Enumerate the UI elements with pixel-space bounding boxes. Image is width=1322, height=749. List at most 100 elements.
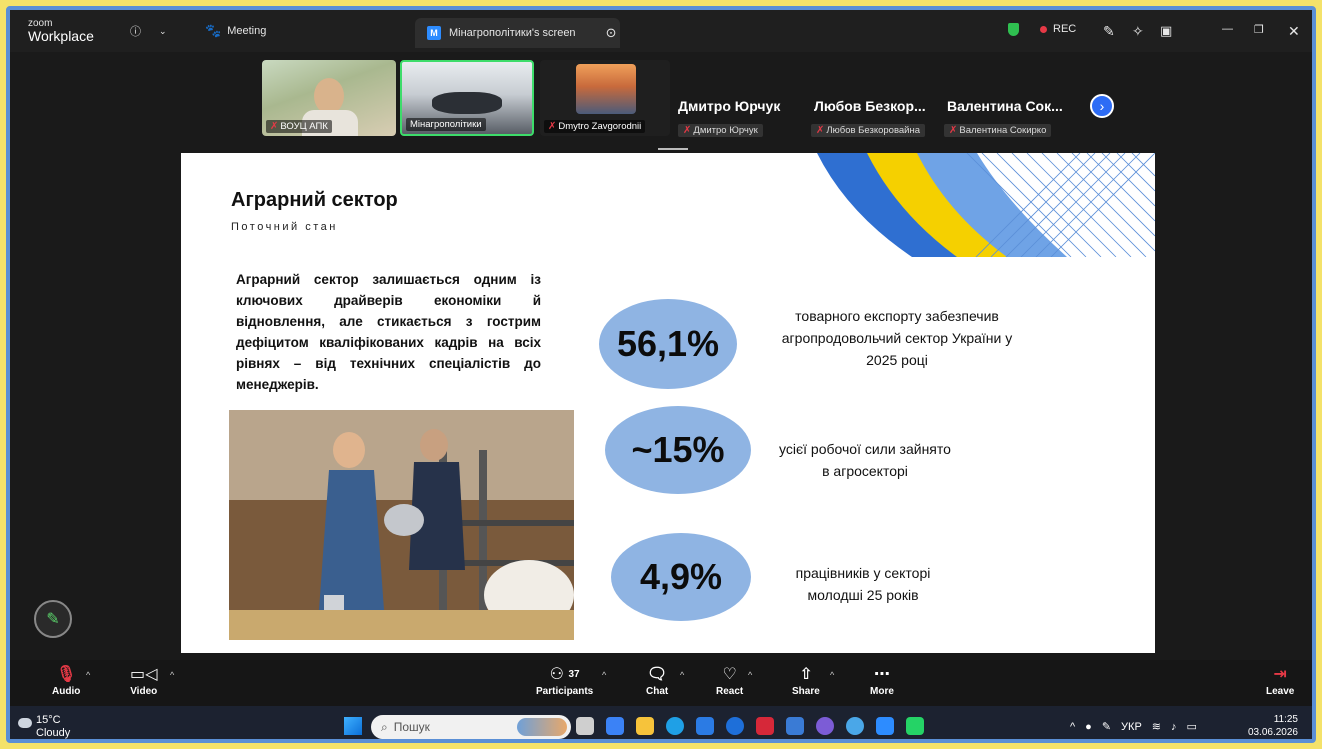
mic-muted-icon: ✗ xyxy=(816,125,825,136)
tab-meeting[interactable]: 🐾 Meeting xyxy=(205,23,266,39)
slide-decoration xyxy=(817,153,1155,257)
zoom-window: zoom Workplace ⓘ ⌄ 🐾 Meeting M Мінагропо… xyxy=(6,6,1316,743)
share-button[interactable]: ⇧ Share xyxy=(792,664,820,697)
chevron-up-icon[interactable]: ^ xyxy=(86,670,90,680)
chat-button[interactable]: 🗨︎ Chat xyxy=(646,664,668,697)
next-participants-button[interactable]: › xyxy=(1090,94,1114,118)
participant-video-2[interactable]: Мінагрополітики xyxy=(400,60,534,136)
paw-icon: 🐾 xyxy=(205,23,222,38)
tab-meeting-label: Meeting xyxy=(227,25,267,37)
audio-label: Audio xyxy=(52,686,81,697)
widgets-icon[interactable] xyxy=(606,717,624,735)
minimize-button[interactable]: — xyxy=(1222,23,1233,35)
grid-icon: ▣ xyxy=(1160,23,1173,38)
mcafee-icon[interactable] xyxy=(756,717,774,735)
mic-muted-icon: ✗ xyxy=(270,121,279,132)
ai-companion-button[interactable]: ✧ xyxy=(1132,23,1144,40)
chevron-up-icon[interactable]: ^ xyxy=(680,670,684,680)
stat-description: товарного експорту забезпечив агропродов… xyxy=(747,305,1047,371)
shared-slide: Аграрний сектор Поточний стан Аграрний с… xyxy=(181,153,1155,653)
volume-icon[interactable]: ♪ xyxy=(1171,721,1177,733)
chevron-right-icon: › xyxy=(1099,98,1105,114)
hp-icon[interactable] xyxy=(726,717,744,735)
mail-icon[interactable] xyxy=(786,717,804,735)
stat-desc-line: агропродовольчий сектор України у xyxy=(781,330,1013,346)
leave-button[interactable]: ⇥ Leave xyxy=(1266,664,1294,697)
minimize-icon: — xyxy=(1222,23,1233,35)
search-icon: ⌕ xyxy=(381,719,388,734)
farm-photo-illustration xyxy=(229,410,574,640)
windows-taskbar: 15°C Cloudy ⌕ Пошук ^ ● ✎ УКР ≋ ♪ ▭ 11:2… xyxy=(10,706,1312,739)
apps-button[interactable]: ▣ xyxy=(1160,23,1172,39)
file-explorer-icon[interactable] xyxy=(636,717,654,735)
more-options-icon[interactable]: ⊙ xyxy=(606,25,617,41)
chevron-up-icon[interactable]: ^ xyxy=(748,670,752,680)
farm-photo xyxy=(229,410,574,640)
slide-title: Аграрний сектор xyxy=(231,189,398,211)
network-status-icon[interactable]: ● xyxy=(1085,721,1092,733)
weather-widget[interactable]: 15°C Cloudy xyxy=(36,714,71,739)
participant-video-1[interactable]: ✗ ВОУЦ АПК xyxy=(262,60,396,136)
participant-name-tag: ✗ Валентина Сокирко xyxy=(944,124,1052,137)
pen-tray-icon[interactable]: ✎ xyxy=(1102,720,1111,733)
person-face xyxy=(314,78,344,114)
video-label: Video xyxy=(130,686,158,697)
strip-page-indicator xyxy=(658,148,688,150)
battery-icon[interactable]: ▭ xyxy=(1187,720,1197,733)
restore-button[interactable]: ❐ xyxy=(1254,23,1264,36)
stat-desc-line: усієї робочої сили зайнято xyxy=(779,441,951,457)
mic-muted-icon: ✗ xyxy=(949,125,958,136)
participant-name-title: Любов Безкор... xyxy=(814,98,926,114)
participant-name-title: Валентина Сок... xyxy=(947,98,1063,114)
m-badge-icon: M xyxy=(427,26,441,40)
task-view-icon[interactable] xyxy=(576,717,594,735)
audio-button[interactable]: 🎙︎ Audio xyxy=(52,664,80,697)
participants-button[interactable]: ⚇ 37 Participants xyxy=(536,664,593,697)
title-bar: zoom Workplace ⓘ ⌄ 🐾 Meeting M Мінагропо… xyxy=(10,10,1312,52)
recording-indicator[interactable]: REC xyxy=(1040,23,1076,35)
help-icon[interactable] xyxy=(846,717,864,735)
zoom-taskbar-icon[interactable] xyxy=(876,717,894,735)
stat-bubble: ~15% xyxy=(605,406,751,494)
weather-desc: Cloudy xyxy=(36,727,71,739)
react-button[interactable]: ♡ React xyxy=(716,664,743,697)
leave-door-icon: ⇥ xyxy=(1273,666,1287,683)
edge-icon[interactable] xyxy=(666,717,684,735)
windows-start-icon[interactable] xyxy=(344,717,362,735)
encryption-status[interactable] xyxy=(1008,23,1019,36)
annotate-button[interactable]: ✎ xyxy=(1103,23,1115,40)
record-dot-icon xyxy=(1040,25,1047,33)
keyboard-language[interactable]: УКР xyxy=(1121,721,1142,733)
chat-bubble-icon: 🗨︎ xyxy=(646,666,668,683)
more-button[interactable]: ⋯ More xyxy=(870,664,894,697)
close-button[interactable]: ✕ xyxy=(1288,23,1300,40)
chevron-up-icon[interactable]: ^ xyxy=(1070,721,1075,733)
info-button[interactable]: ⓘ ⌄ xyxy=(130,23,167,39)
chevron-up-icon[interactable]: ^ xyxy=(602,670,606,680)
search-placeholder: Пошук xyxy=(393,720,430,734)
taskbar-search[interactable]: ⌕ Пошук xyxy=(371,715,571,739)
tab-shared-screen[interactable]: M Мінагрополітики's screen ⊙ xyxy=(415,18,620,48)
clock[interactable]: 11:25 03.06.2026 xyxy=(1248,713,1298,739)
video-button[interactable]: ▭◁ Video xyxy=(130,664,157,697)
participants-count: 37 xyxy=(568,669,580,680)
participant-tile-3[interactable]: ✗ Dmytro Zavgorodnii xyxy=(540,60,670,136)
cloud-icon xyxy=(18,718,32,728)
chevron-down-icon: ⌄ xyxy=(159,25,167,36)
viber-icon[interactable] xyxy=(816,717,834,735)
search-highlight-image xyxy=(517,718,567,736)
slide-subtitle: Поточний стан xyxy=(231,221,338,233)
whatsapp-icon[interactable] xyxy=(906,717,924,735)
weather-temp: 15°C xyxy=(36,714,61,726)
store-icon[interactable] xyxy=(696,717,714,735)
close-icon: ✕ xyxy=(1288,23,1300,39)
stat-bubble: 4,9% xyxy=(611,533,751,621)
wifi-icon[interactable]: ≋ xyxy=(1152,720,1161,733)
share-label: Share xyxy=(792,686,820,697)
chevron-up-icon[interactable]: ^ xyxy=(170,670,174,680)
mic-muted-icon: ✗ xyxy=(683,125,692,136)
chevron-up-icon[interactable]: ^ xyxy=(830,670,834,680)
more-label: More xyxy=(870,686,894,697)
annotation-pen-button[interactable]: ✎ xyxy=(34,600,72,638)
clock-time: 11:25 xyxy=(1273,714,1298,725)
